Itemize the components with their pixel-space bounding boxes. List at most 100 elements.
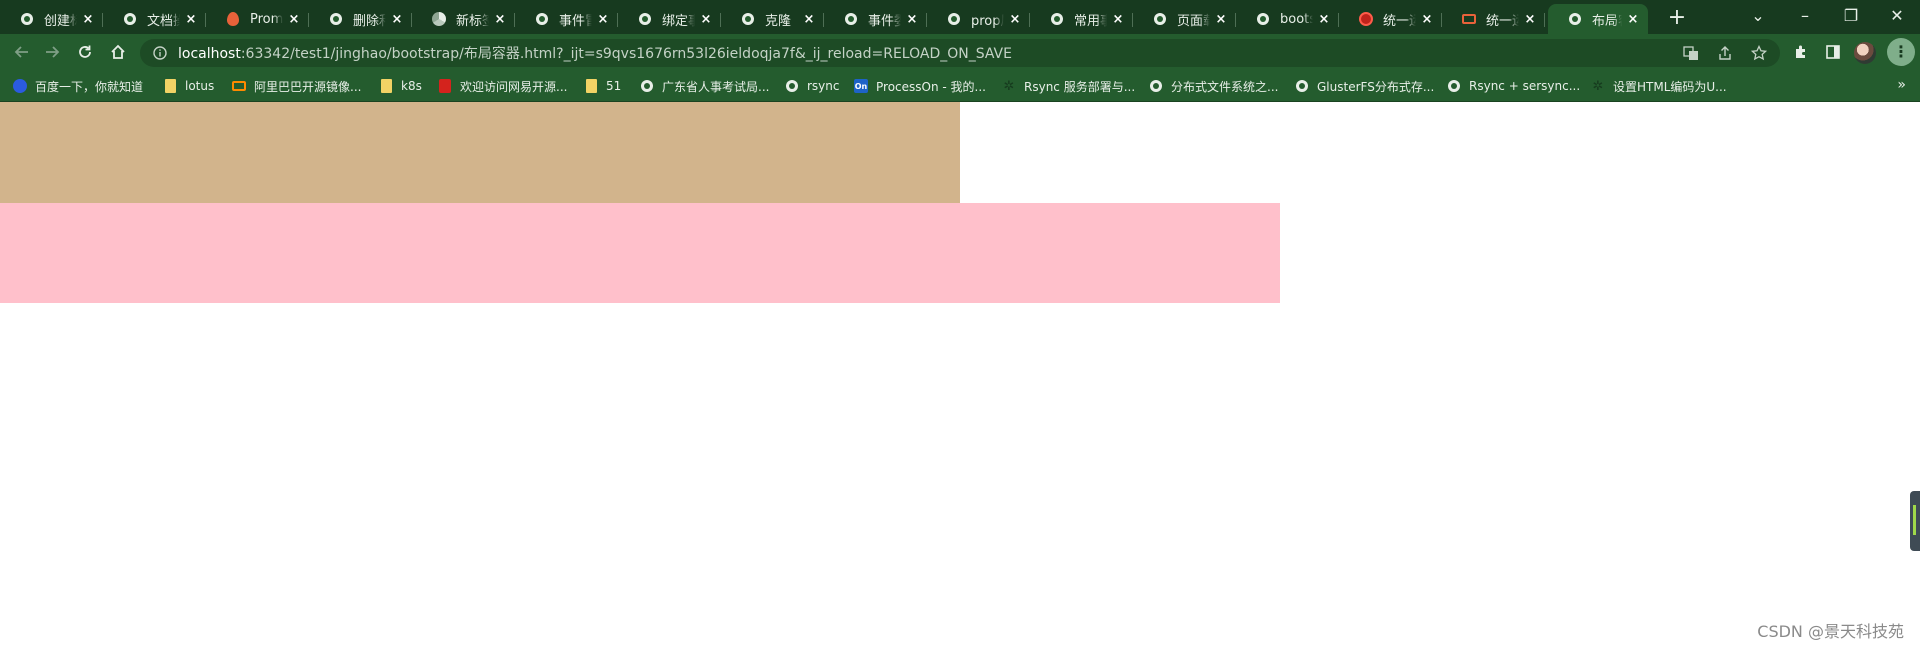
close-icon[interactable]: ×: [1317, 12, 1331, 26]
bookmark-item[interactable]: 欢迎访问网易开源...: [438, 78, 567, 94]
globe-icon: [1149, 79, 1163, 93]
url-text[interactable]: localhost:63342/test1/jinghao/bootstrap/…: [178, 43, 1012, 63]
folder-icon: [163, 79, 177, 93]
address-bar[interactable]: localhost:63342/test1/jinghao/bootstrap/…: [140, 39, 1780, 67]
bookmark-label: lotus: [185, 79, 215, 93]
alibaba-icon: [232, 79, 246, 93]
tab-search-button[interactable]: ⌄: [1735, 0, 1781, 30]
tab-7[interactable]: 克隆 ×: [721, 4, 824, 34]
tab-12[interactable]: bootstrap ×: [1236, 4, 1339, 34]
scribe-icon: ✲: [1592, 78, 1604, 94]
reload-button[interactable]: [71, 38, 99, 66]
browser-menu-button[interactable]: ⋮: [1887, 38, 1915, 66]
home-icon: [111, 44, 125, 59]
reload-icon: [79, 45, 91, 58]
close-icon[interactable]: ×: [1008, 12, 1022, 26]
browser-toolbar: localhost:63342/test1/jinghao/bootstrap/…: [0, 34, 1920, 70]
close-icon[interactable]: ×: [1420, 12, 1434, 26]
tab-2[interactable]: Prometheus ×: [206, 4, 309, 34]
tab-9[interactable]: prop属性 ×: [927, 4, 1030, 34]
close-window-button[interactable]: ✕: [1874, 0, 1920, 30]
tab-13[interactable]: 统一运维 ×: [1339, 4, 1442, 34]
bookmark-folder[interactable]: 51: [584, 78, 621, 94]
chrome-icon: [432, 12, 446, 26]
star-icon[interactable]: [1750, 44, 1768, 62]
tab-1[interactable]: 文档操作 ×: [103, 4, 206, 34]
close-icon[interactable]: ×: [81, 12, 95, 26]
close-icon[interactable]: ×: [699, 12, 713, 26]
close-icon[interactable]: ×: [1523, 12, 1537, 26]
tab-5[interactable]: 事件冒泡 ×: [515, 4, 618, 34]
side-floating-widget[interactable]: [1910, 491, 1920, 551]
tab-0[interactable]: 创建标签 ×: [0, 4, 103, 34]
close-icon[interactable]: ×: [493, 12, 507, 26]
new-tab-button[interactable]: +: [1663, 4, 1691, 32]
netease-icon: [438, 79, 452, 93]
tab-4[interactable]: 新标签页 ×: [412, 4, 515, 34]
tab-strip: 创建标签 × 文档操作 × Prometheus × 删除和 × 新标签页 × …: [0, 0, 1920, 34]
close-icon[interactable]: ×: [184, 12, 198, 26]
bookmark-label: Rsync 服务部署与...: [1024, 79, 1136, 94]
bookmarks-bar: 百度一下，你就知道 lotus 阿里巴巴开源镜像... k8s 欢迎访问网易开源…: [0, 70, 1920, 102]
globe-icon: [123, 12, 137, 26]
share-icon[interactable]: [1716, 44, 1734, 62]
tab-title: Prometheus: [250, 11, 283, 27]
tab-11[interactable]: 页面载入 ×: [1133, 4, 1236, 34]
tab-10[interactable]: 常用事件 ×: [1030, 4, 1133, 34]
bookmark-item[interactable]: Rsync + sersync...: [1447, 78, 1580, 94]
restore-button[interactable]: ❐: [1828, 0, 1874, 30]
tan-container-box: [0, 102, 960, 203]
bookmark-label: rsync: [807, 79, 840, 93]
bookmark-item[interactable]: rsync: [785, 78, 840, 94]
close-icon[interactable]: ×: [905, 12, 919, 26]
close-icon[interactable]: ×: [596, 12, 610, 26]
tab-title: 删除和: [353, 13, 386, 29]
minimize-button[interactable]: –: [1782, 0, 1828, 30]
bookmarks-overflow-button[interactable]: »: [1897, 77, 1906, 93]
bookmark-item[interactable]: ✲ Rsync 服务部署与...: [1002, 78, 1136, 94]
bookmark-label: Rsync + sersync...: [1469, 79, 1581, 93]
tab-3[interactable]: 删除和 ×: [309, 4, 412, 34]
bookmark-item[interactable]: 阿里巴巴开源镜像...: [232, 78, 361, 94]
globe-icon: [1153, 12, 1167, 26]
tab-title: prop属性: [971, 13, 1004, 29]
close-icon[interactable]: ×: [287, 12, 301, 26]
side-panel-button[interactable]: [1819, 38, 1847, 66]
bookmark-item[interactable]: 广东省人事考试局...: [640, 78, 769, 94]
tab-6[interactable]: 绑定事件 ×: [618, 4, 721, 34]
translate-icon[interactable]: [1682, 44, 1700, 62]
bookmark-folder[interactable]: k8s: [379, 78, 422, 94]
bookmark-label: k8s: [401, 79, 422, 93]
tab-title: 常用事件: [1074, 13, 1107, 29]
home-button[interactable]: [104, 38, 132, 66]
bookmark-item[interactable]: 百度一下，你就知道: [13, 78, 143, 94]
close-icon[interactable]: ×: [1214, 12, 1228, 26]
back-button[interactable]: [8, 38, 36, 66]
bookmark-folder[interactable]: lotus: [163, 78, 214, 94]
globe-icon: [640, 79, 654, 93]
profile-avatar[interactable]: [1854, 42, 1876, 64]
bookmark-label: ProcessOn - 我的...: [876, 79, 986, 94]
close-icon[interactable]: ×: [1626, 12, 1640, 26]
close-icon[interactable]: ×: [390, 12, 404, 26]
tab-15-active[interactable]: 布局容器 ×: [1548, 4, 1648, 34]
bookmark-item[interactable]: ✲ 设置HTML编码为U...: [1591, 78, 1727, 94]
close-icon[interactable]: ×: [1111, 12, 1125, 26]
close-icon[interactable]: ×: [802, 12, 816, 26]
scribe-icon: ✲: [1003, 78, 1015, 94]
extensions-button[interactable]: [1787, 38, 1815, 66]
forward-button[interactable]: [38, 38, 66, 66]
bookmark-item[interactable]: On ProcessOn - 我的...: [854, 78, 986, 94]
info-icon[interactable]: [152, 45, 168, 61]
bookmark-label: 设置HTML编码为U...: [1613, 79, 1727, 94]
flame-icon: [226, 12, 240, 26]
bookmark-label: 欢迎访问网易开源...: [460, 79, 568, 94]
bookmark-label: 百度一下，你就知道: [35, 79, 144, 94]
tab-8[interactable]: 事件委托 ×: [824, 4, 927, 34]
bookmark-item[interactable]: 分布式文件系统之...: [1149, 78, 1278, 94]
globe-icon: [638, 12, 652, 26]
tab-14[interactable]: 统一运维 ×: [1442, 4, 1545, 34]
url-host: localhost: [178, 46, 241, 62]
tab-title: 页面载入: [1177, 13, 1210, 29]
bookmark-item[interactable]: GlusterFS分布式存...: [1295, 78, 1434, 94]
